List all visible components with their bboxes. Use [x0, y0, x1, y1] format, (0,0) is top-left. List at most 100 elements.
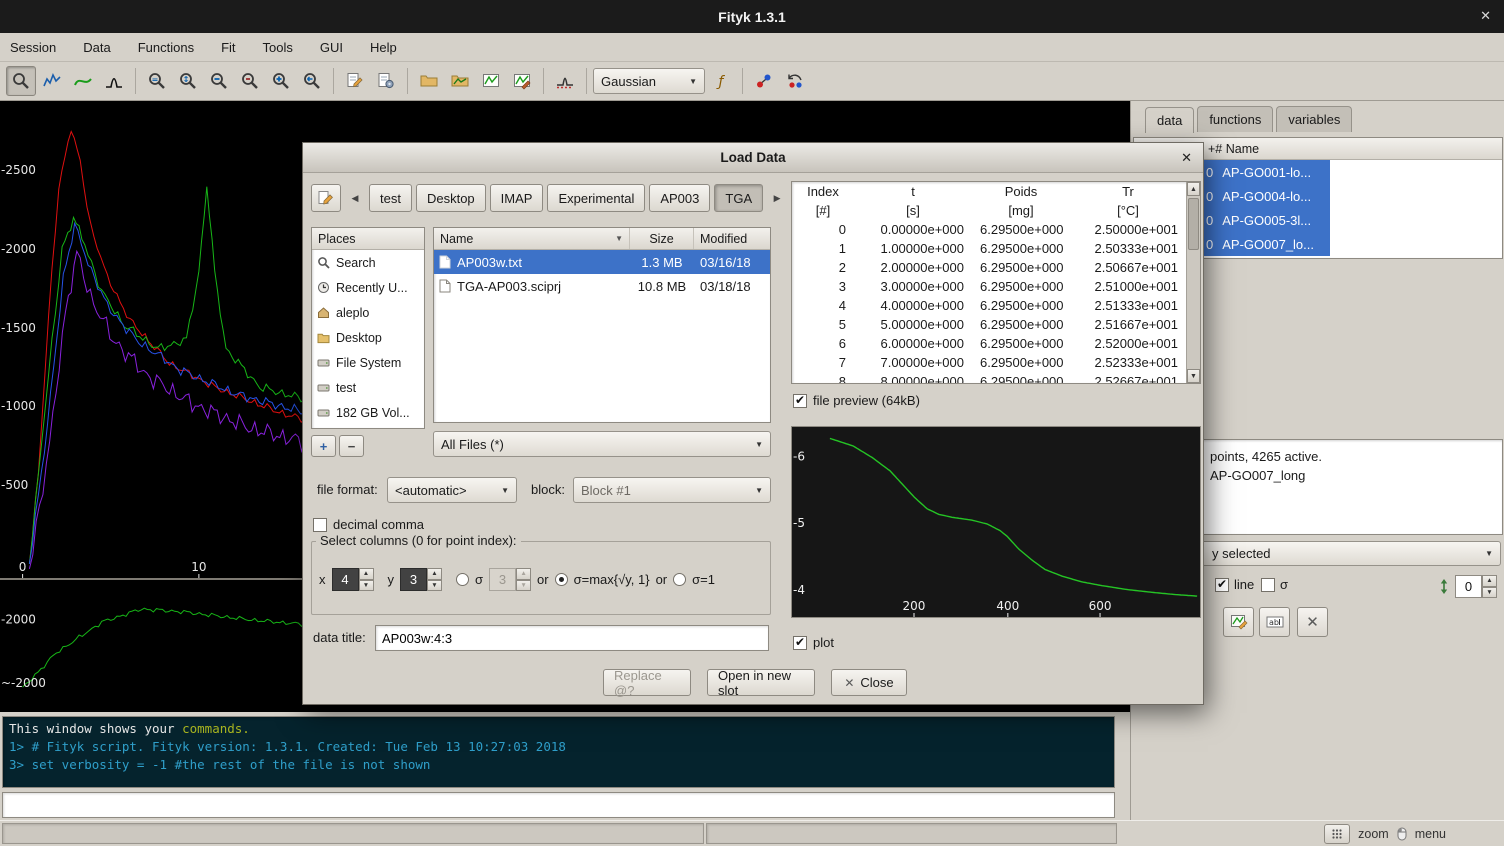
path-button-test[interactable]: test [369, 184, 412, 212]
add-function-button[interactable]: ƒ [706, 66, 736, 96]
spin-down-icon[interactable]: ▼ [1482, 587, 1497, 599]
replace-button[interactable]: Replace @? [603, 669, 691, 696]
place-test[interactable]: test [312, 375, 424, 400]
path-back-button[interactable]: ◀ [345, 184, 365, 212]
spin-up-icon[interactable]: ▲ [516, 568, 531, 580]
sigma-checkbox[interactable]: σ [1261, 577, 1288, 592]
decimal-comma-checkbox[interactable]: decimal comma [313, 517, 424, 532]
path-button-imap[interactable]: IMAP [490, 184, 544, 212]
select-columns-group: Select columns (0 for point index): x 4 … [311, 541, 771, 615]
export-button[interactable] [507, 66, 537, 96]
file-format-combo[interactable]: <automatic> ▼ [387, 477, 517, 503]
scroll-up-icon[interactable]: ▲ [1187, 182, 1200, 196]
place-search[interactable]: Search [312, 250, 424, 275]
menu-session[interactable]: Session [10, 40, 56, 55]
manual-fit-button[interactable] [749, 66, 779, 96]
path-button-experimental[interactable]: Experimental [547, 184, 645, 212]
column-modified[interactable]: Modified [694, 228, 770, 249]
run-script-button[interactable] [371, 66, 401, 96]
menu-fit[interactable]: Fit [221, 40, 235, 55]
column-name[interactable]: Name ▼ [434, 228, 630, 249]
menu-gui[interactable]: GUI [320, 40, 343, 55]
tab-functions[interactable]: functions [1197, 106, 1273, 132]
data-title-input[interactable] [375, 625, 769, 651]
edit-data-button[interactable] [1223, 607, 1254, 637]
zoom-all-button[interactable]: = [142, 66, 172, 96]
undo-fit-button[interactable] [780, 66, 810, 96]
y-column-spinner[interactable]: 3 ▲▼ [400, 568, 442, 591]
dialog-titlebar[interactable]: Load Data ✕ [303, 143, 1203, 173]
spin-up-icon[interactable]: ▲ [427, 568, 442, 580]
window-close-button[interactable]: ✕ [1480, 8, 1491, 24]
x-column-spinner[interactable]: 4 ▲▼ [332, 568, 374, 591]
rename-data-button[interactable]: ab [1259, 607, 1290, 637]
console-panel: This window shows your commands. 1> # Fi… [0, 714, 1117, 820]
places-header[interactable]: Places [312, 228, 424, 250]
sigma-sqrt-radio[interactable] [555, 573, 568, 586]
place-file-system[interactable]: File System [312, 350, 424, 375]
path-button-desktop[interactable]: Desktop [416, 184, 486, 212]
place-home[interactable]: aleplo [312, 300, 424, 325]
place-recently-used[interactable]: Recently U... [312, 275, 424, 300]
command-input[interactable] [2, 792, 1115, 818]
plot-checkbox[interactable]: ✔ plot [793, 635, 834, 650]
file-row[interactable]: TGA-AP003.sciprj 10.8 MB 03/18/18 [434, 274, 770, 298]
spin-down-icon[interactable]: ▼ [359, 580, 374, 592]
type-filename-button[interactable] [311, 184, 341, 212]
close-button[interactable]: ✕ Close [831, 669, 907, 696]
zoom-out-button[interactable] [204, 66, 234, 96]
spin-down-icon[interactable]: ▼ [516, 580, 531, 592]
spin-up-icon[interactable]: ▲ [359, 568, 374, 580]
tab-variables[interactable]: variables [1276, 106, 1352, 132]
place-desktop[interactable]: Desktop [312, 325, 424, 350]
sigma-column-radio[interactable] [456, 573, 469, 586]
statusbar-settings-button[interactable] [1324, 824, 1350, 844]
tab-data[interactable]: data [1145, 107, 1194, 133]
file-filter-combo[interactable]: All Files (*) ▼ [433, 431, 771, 457]
zoom-in-icon [271, 71, 291, 91]
menu-functions[interactable]: Functions [138, 40, 194, 55]
delete-data-button[interactable]: ✕ [1297, 607, 1328, 637]
zoom-out-2x-button[interactable] [235, 66, 265, 96]
preview-table-scrollbar[interactable]: ▲ ▼ [1186, 182, 1200, 383]
column-size[interactable]: Size [630, 228, 694, 249]
open-in-new-slot-button[interactable]: Open in new slot [707, 669, 815, 696]
file-preview-checkbox[interactable]: ✔ file preview (64kB) [793, 393, 920, 408]
zoom-previous-button[interactable] [297, 66, 327, 96]
path-button-tga[interactable]: TGA [714, 184, 763, 212]
path-forward-button[interactable]: ▶ [767, 184, 787, 212]
preview-row: 88.00000e+0006.29500e+0002.52667e+001 [792, 372, 1186, 384]
spin-down-icon[interactable]: ▼ [427, 580, 442, 592]
edit-script-button[interactable] [340, 66, 370, 96]
sigma-column-spinner[interactable]: 3 ▲▼ [489, 568, 531, 591]
sigma-one-radio[interactable] [673, 573, 686, 586]
zoom-in-button[interactable] [266, 66, 296, 96]
data-range-mode-button[interactable] [37, 66, 67, 96]
menu-help[interactable]: Help [370, 40, 397, 55]
open-session-button[interactable] [414, 66, 444, 96]
dialog-close-button[interactable]: ✕ [1181, 150, 1192, 166]
zoom-mode-button[interactable] [6, 66, 36, 96]
plot-preview[interactable]: -6-5-4200400600 [792, 427, 1200, 617]
zoom-vertical-button[interactable]: ↕ [173, 66, 203, 96]
menu-tools[interactable]: Tools [263, 40, 293, 55]
line-checkbox[interactable]: ✔ line [1215, 577, 1254, 592]
save-session-button[interactable] [476, 66, 506, 96]
scroll-down-icon[interactable]: ▼ [1187, 369, 1200, 383]
baseline-mode-button[interactable] [68, 66, 98, 96]
load-data-button[interactable] [445, 66, 475, 96]
add-place-button[interactable]: + [311, 435, 336, 457]
function-type-combo[interactable]: Gaussian ▼ [593, 68, 705, 94]
path-button-ap003[interactable]: AP003 [649, 184, 710, 212]
place-volume[interactable]: 182 GB Vol... [312, 400, 424, 425]
file-row[interactable]: AP003w.txt 1.3 MB 03/16/18 [434, 250, 770, 274]
menu-data[interactable]: Data [83, 40, 110, 55]
window-titlebar[interactable]: Fityk 1.3.1 ✕ [0, 0, 1504, 33]
add-peak-mode-button[interactable] [99, 66, 129, 96]
block-combo[interactable]: Block #1 ▼ [573, 477, 771, 503]
spin-up-icon[interactable]: ▲ [1482, 575, 1497, 587]
remove-place-button[interactable]: − [339, 435, 364, 457]
point-size-spinner[interactable]: 0 ▲▼ [1455, 575, 1497, 598]
strip-background-button[interactable] [550, 66, 580, 96]
scrollbar-thumb[interactable] [1188, 198, 1199, 250]
